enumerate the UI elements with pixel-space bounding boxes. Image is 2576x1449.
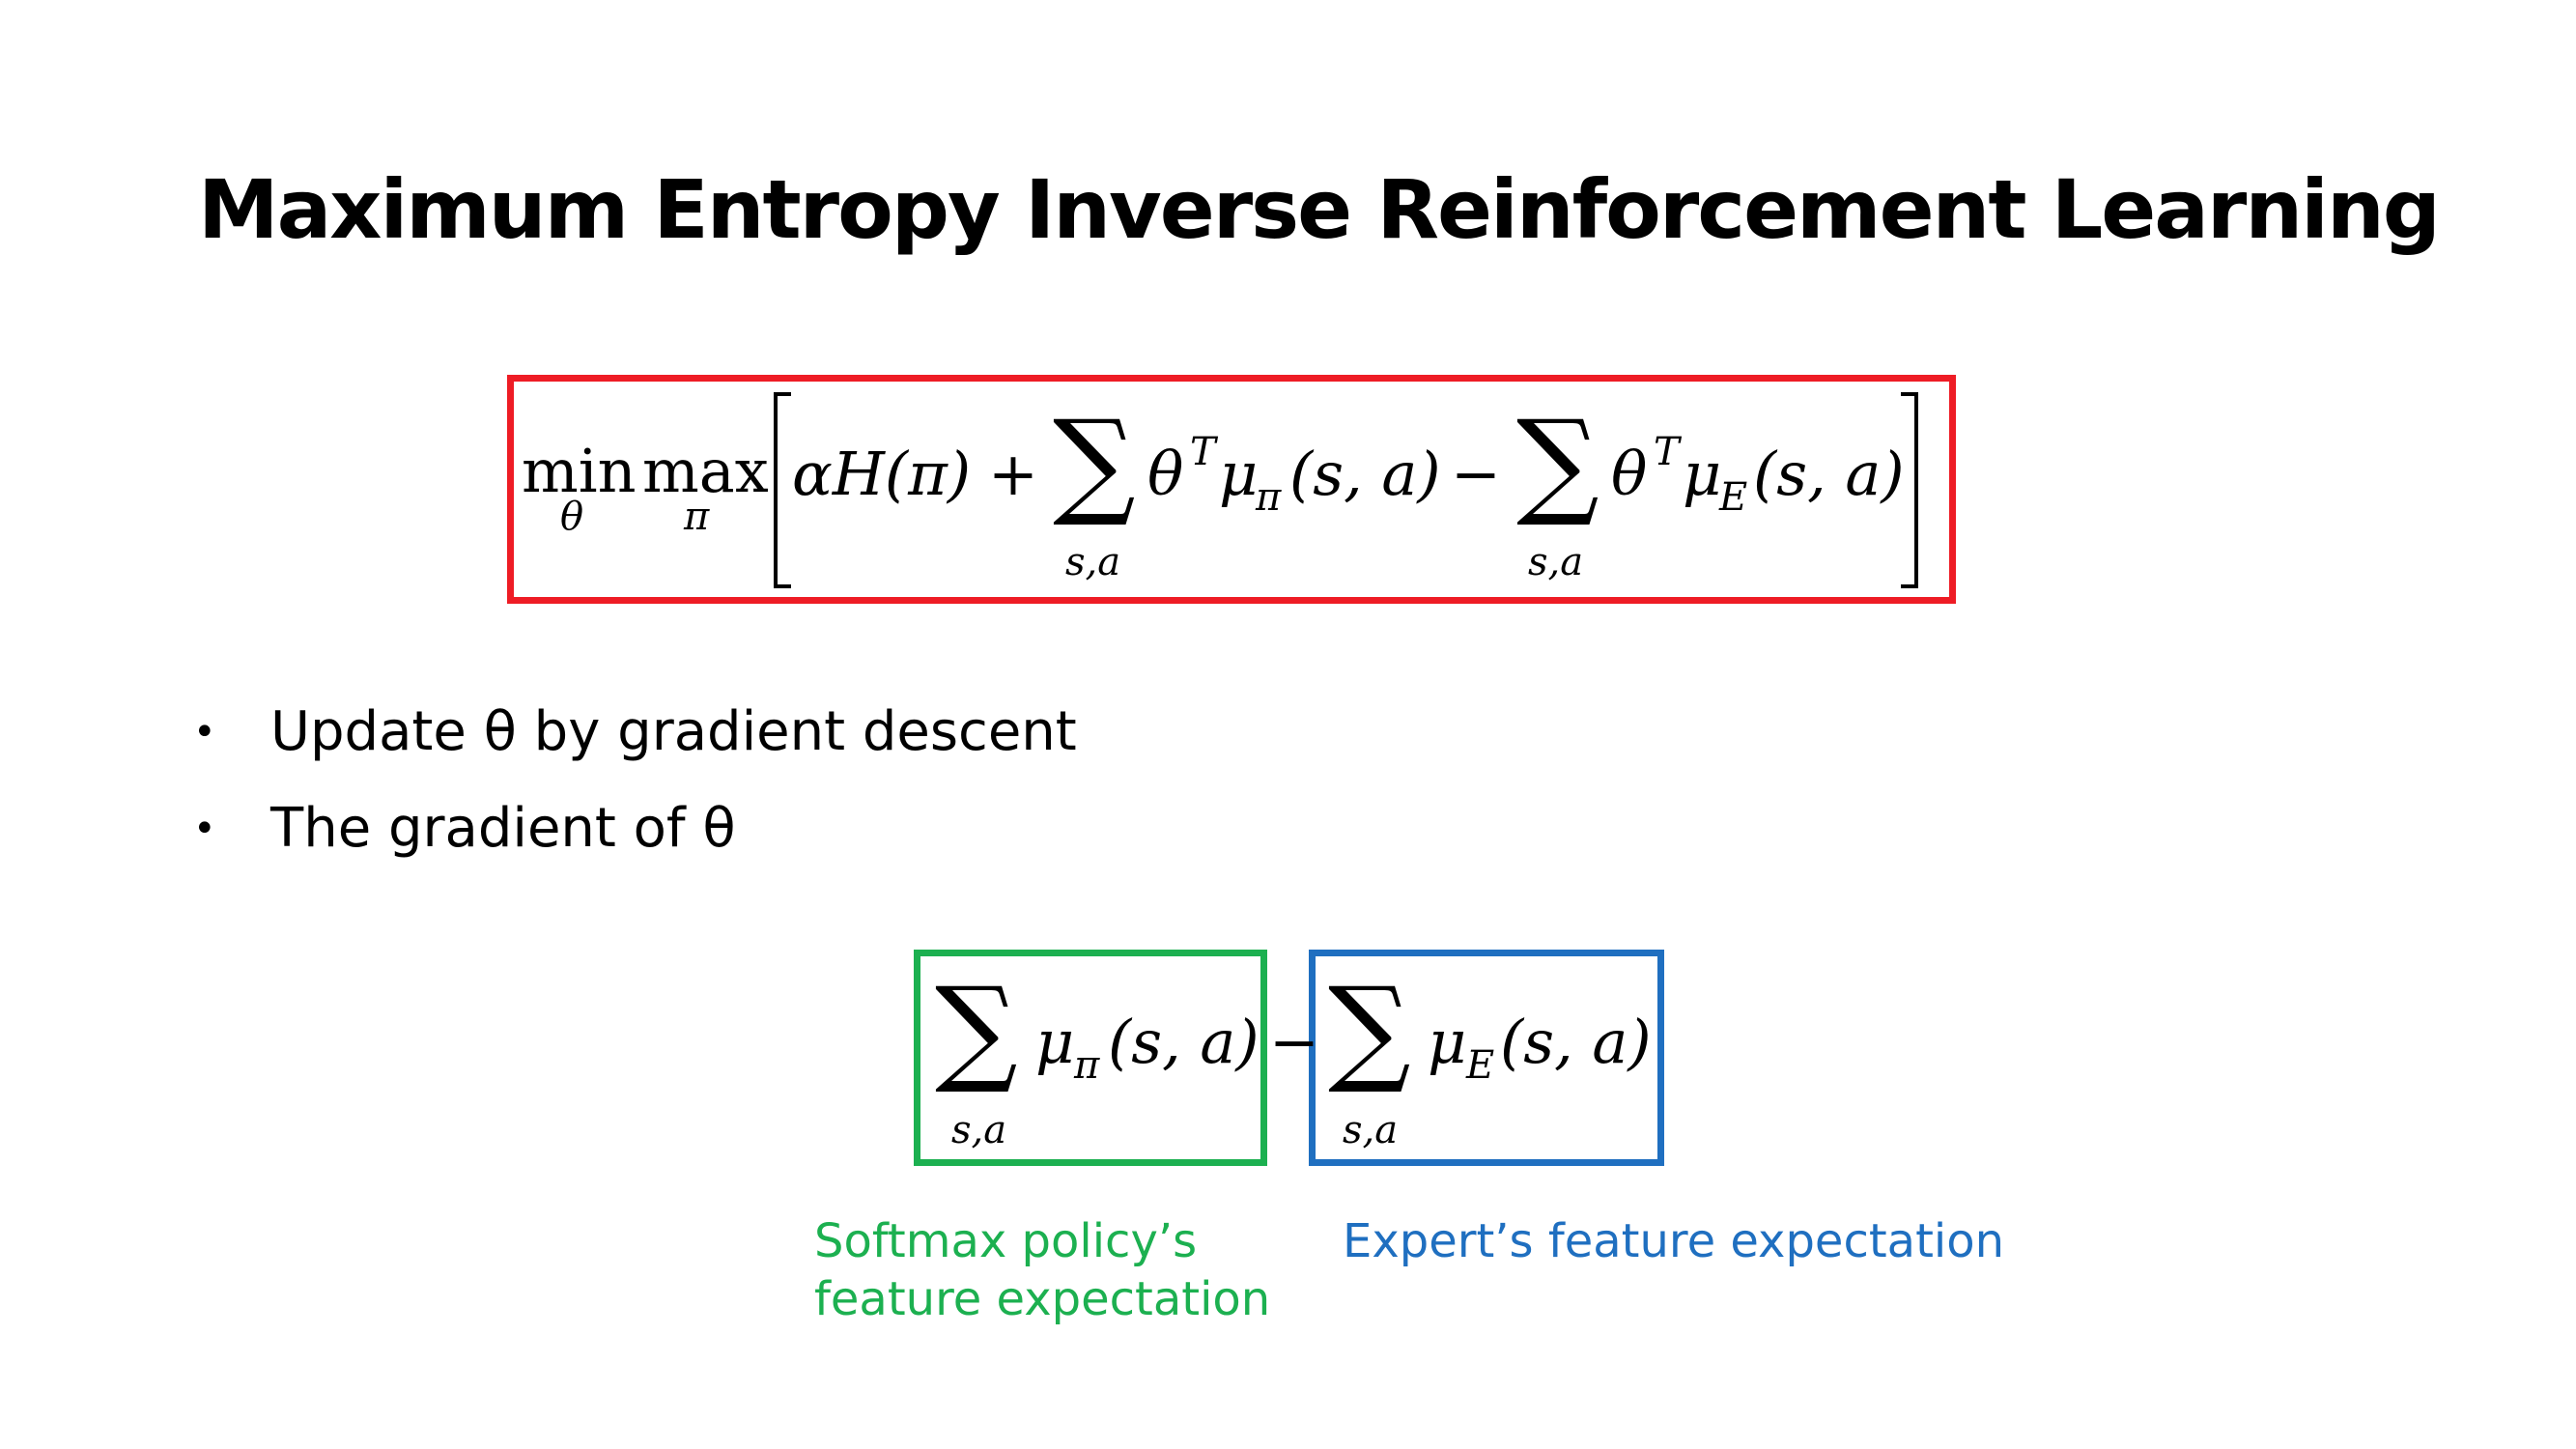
policy-caption: Softmax policy’s feature expectation [814, 1212, 1270, 1328]
policy-caption-line2: feature expectation [814, 1272, 1271, 1326]
summation-symbol-expert: ∑ [1516, 396, 1599, 530]
gradient-mu-policy: μ [1035, 1007, 1075, 1077]
theta-expert: θ [1611, 439, 1648, 509]
transpose-expert: T [1654, 430, 1680, 474]
gradient-mu-expert: μ [1428, 1007, 1467, 1077]
expert-caption: Expert’s feature expectation [1343, 1214, 2005, 1268]
summation-symbol-policy: ∑ [1053, 396, 1136, 530]
gradient-sum-index-policy: s,a [951, 1108, 1007, 1152]
gradient-args-policy: (s, a) [1108, 1007, 1260, 1077]
gradient-summation-policy: ∑ [935, 963, 1018, 1097]
pi-subscript: π [1256, 475, 1282, 520]
gradient-sum-index-expert: s,a [1343, 1108, 1399, 1152]
min-operator: min [522, 436, 637, 506]
plus-sign: + [988, 439, 1038, 509]
gradient-summation-expert: ∑ [1328, 963, 1411, 1097]
gradient-minus-sign: − [1269, 1007, 1319, 1077]
sum-index-policy: s,a [1065, 540, 1121, 584]
sum-index-expert: s,a [1528, 540, 1584, 584]
args-expert: (s, a) [1753, 439, 1905, 509]
slide-title: Maximum Entropy Inverse Reinforcement Le… [198, 162, 2441, 257]
transpose-policy: T [1190, 430, 1216, 474]
mu-expert: μ [1683, 439, 1722, 509]
e-subscript: E [1719, 475, 1748, 520]
gradient-pi-subscript: π [1074, 1043, 1100, 1088]
max-variable: π [684, 495, 710, 539]
minus-sign: − [1451, 439, 1501, 509]
entropy-term: αH(π) [792, 439, 972, 509]
gradient-args-expert: (s, a) [1500, 1007, 1652, 1077]
gradient-e-subscript: E [1466, 1043, 1495, 1088]
max-operator: max [642, 436, 769, 506]
theta-policy: θ [1147, 439, 1184, 509]
mu-policy: μ [1219, 439, 1259, 509]
right-bracket [1901, 392, 1918, 588]
min-variable: θ [560, 495, 584, 539]
args-policy: (s, a) [1289, 439, 1441, 509]
policy-caption-line1: Softmax policy’s [814, 1214, 1198, 1268]
